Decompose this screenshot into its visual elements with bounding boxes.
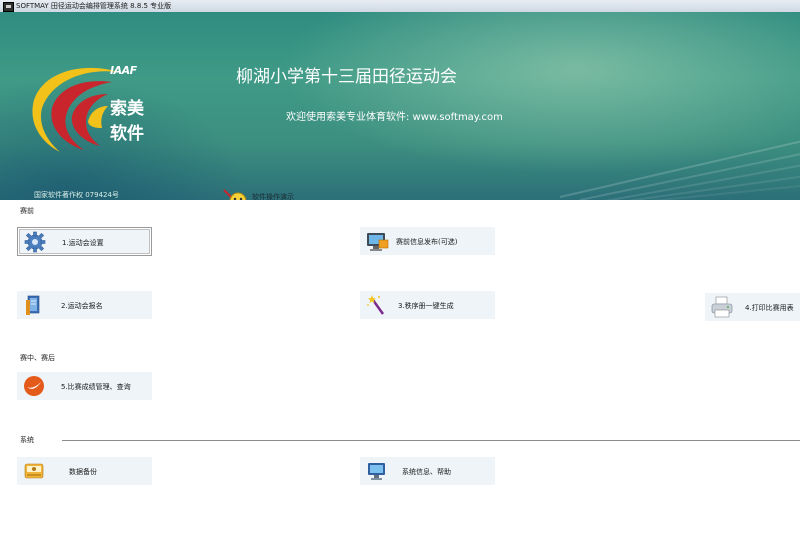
program-one-click-generate-label: 3.秩序册一键生成 [398,302,454,310]
gear-icon [24,231,46,253]
games-settings-label: 1.运动会设置 [62,239,104,247]
results-management-query-button[interactable]: 5.比赛成绩管理、查询 [17,372,152,400]
results-icon [24,376,44,396]
magic-wand-icon [367,295,385,315]
system-info-help-button[interactable]: 系统信息、帮助 [360,457,495,485]
section-label-during: 赛中、赛后 [20,354,55,362]
banner-streaks-decoration [560,140,800,200]
data-backup-button[interactable]: 数据备份 [17,457,152,485]
window-title: SOFTMAY 田径运动会编排管理系统 8.8.5 专业版 [16,2,172,10]
registration-book-icon [26,295,40,315]
games-registration-label: 2.运动会报名 [61,302,103,310]
system-section-divider [62,440,800,441]
print-competition-forms-label: 4.打印比赛用表 [745,304,794,312]
logo-brand-line2: 软件 [110,124,144,144]
event-title: 柳湖小学第十三届田径运动会 [236,67,457,87]
data-backup-label: 数据备份 [69,468,97,476]
pre-game-info-publish-button[interactable]: 赛前信息发布(可选) [360,227,495,255]
smiley-icon[interactable] [222,188,250,200]
section-label-pre: 赛前 [20,207,34,215]
logo-iaaf-text: IAAF [110,64,137,77]
softmay-logo-icon [32,67,118,152]
copyright-text: 国家软件著作权 079424号 [34,191,119,199]
backup-drive-icon [24,463,44,479]
games-registration-button[interactable]: 2.运动会报名 [17,291,152,319]
logo-brand-line1: 索美 [110,99,144,119]
computer-icon [368,463,385,480]
monitor-publish-icon [367,233,389,251]
software-demo-link[interactable]: 软件操作演示 [252,192,294,200]
header-banner: IAAF 索美 软件 柳湖小学第十三届田径运动会 欢迎使用索美专业体育软件: w… [0,12,800,200]
program-one-click-generate-button[interactable]: 3.秩序册一键生成 [360,291,495,319]
welcome-text: 欢迎使用索美专业体育软件: www.softmay.com [286,112,503,123]
app-icon[interactable] [3,2,14,12]
printer-icon [711,296,733,318]
pre-game-info-publish-label: 赛前信息发布(可选) [396,238,458,246]
system-info-help-label: 系统信息、帮助 [402,468,451,476]
games-settings-button[interactable]: 1.运动会设置 [17,227,152,256]
results-management-query-label: 5.比赛成绩管理、查询 [61,383,131,391]
print-competition-forms-button[interactable]: 4.打印比赛用表 [705,293,800,321]
section-label-system: 系统 [20,436,34,444]
